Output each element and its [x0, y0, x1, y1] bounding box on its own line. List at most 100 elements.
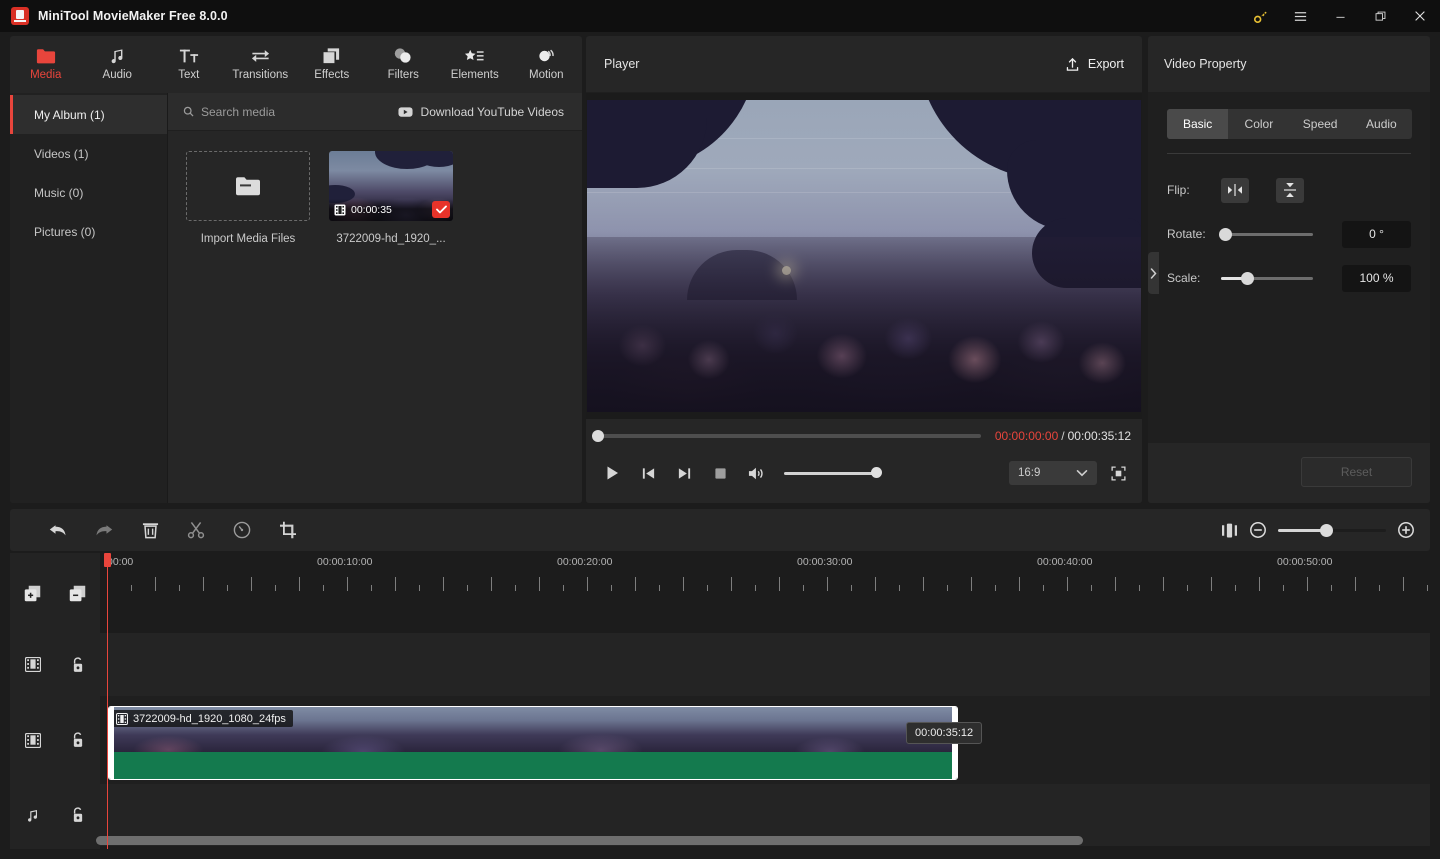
volume-icon: [748, 467, 763, 479]
fit-timeline-icon: [1222, 523, 1237, 537]
volume-knob[interactable]: [871, 467, 882, 478]
zoom-knob[interactable]: [1320, 523, 1333, 537]
redo-button[interactable]: [81, 509, 127, 551]
remove-track-icon: [69, 585, 86, 601]
property-tabs: Basic Color Speed Audio: [1167, 109, 1412, 139]
scale-slider[interactable]: [1221, 271, 1313, 285]
ruler-tick: [155, 577, 156, 591]
flip-horizontal-button[interactable]: [1221, 177, 1249, 203]
unlock-icon: [73, 656, 82, 672]
property-tab-audio[interactable]: Audio: [1351, 109, 1412, 139]
video-preview[interactable]: [587, 100, 1141, 412]
timeline-zoom-controls: [1221, 522, 1414, 538]
thumbnail-duration: 00:00:35: [351, 204, 392, 216]
ruler-tick: [1115, 577, 1116, 591]
fullscreen-button[interactable]: [1102, 458, 1134, 488]
video-track-1-lane[interactable]: [100, 633, 1430, 696]
search-icon: [183, 106, 194, 117]
export-icon: [1066, 57, 1079, 71]
download-youtube-button[interactable]: Download YouTube Videos: [398, 105, 564, 119]
reset-button[interactable]: Reset: [1301, 457, 1412, 487]
next-frame-button[interactable]: [666, 457, 702, 489]
tab-transitions[interactable]: Transitions: [225, 42, 297, 81]
unlock-track-1-button[interactable]: [55, 656, 100, 673]
seek-knob[interactable]: [592, 430, 604, 442]
undo-button[interactable]: [35, 509, 81, 551]
ruler-tick: [731, 577, 732, 591]
stop-button[interactable]: [702, 457, 738, 489]
timeline-clip[interactable]: 3722009-hd_1920_1080_24fps: [108, 706, 958, 780]
close-button[interactable]: [1400, 0, 1440, 32]
delete-button[interactable]: [127, 509, 173, 551]
timeline-zoom-slider[interactable]: [1278, 523, 1386, 537]
fit-timeline-button[interactable]: [1221, 523, 1238, 538]
search-placeholder: Search media: [201, 104, 276, 119]
album-music[interactable]: Music (0): [10, 173, 167, 212]
unlock-track-2-button[interactable]: [55, 732, 100, 748]
album-pictures[interactable]: Pictures (0): [10, 212, 167, 251]
export-label: Export: [1087, 57, 1124, 71]
export-button[interactable]: Export: [1065, 57, 1124, 72]
playhead[interactable]: [104, 553, 111, 849]
tab-audio[interactable]: Audio: [82, 42, 154, 81]
scale-value[interactable]: 100 %: [1342, 264, 1411, 292]
property-tab-audio-label: Audio: [1366, 117, 1397, 131]
activate-key-button[interactable]: [1240, 0, 1280, 32]
previous-frame-button[interactable]: [630, 457, 666, 489]
media-selected-check[interactable]: [432, 201, 450, 218]
crop-button[interactable]: [265, 509, 311, 551]
volume-button[interactable]: [738, 457, 774, 489]
playhead-handle[interactable]: [104, 553, 111, 567]
next-frame-icon: [678, 467, 690, 479]
seek-slider[interactable]: [592, 430, 981, 442]
tab-effects[interactable]: Effects: [296, 42, 368, 81]
album-videos[interactable]: Videos (1): [10, 134, 167, 173]
video-track-1-header[interactable]: [10, 633, 100, 696]
tab-media[interactable]: Media: [10, 42, 82, 81]
ruler-label: 00:00:40:00: [1037, 556, 1093, 568]
property-tab-basic[interactable]: Basic: [1167, 109, 1229, 139]
activate-key-icon: [1253, 11, 1267, 23]
tab-elements[interactable]: Elements: [439, 42, 511, 81]
filters-icon: [393, 46, 413, 66]
player-panel: Player Export 00:00:00:00 / 00:00:35:12 …: [586, 36, 1142, 503]
volume-slider[interactable]: [784, 467, 882, 478]
maximize-button[interactable]: [1360, 0, 1400, 32]
property-tab-speed[interactable]: Speed: [1290, 109, 1351, 139]
split-button[interactable]: [173, 509, 219, 551]
tab-motion[interactable]: Motion: [511, 42, 583, 81]
scale-knob[interactable]: [1241, 271, 1254, 285]
speed-button[interactable]: [219, 509, 265, 551]
unlock-audio-track-button[interactable]: [55, 807, 100, 823]
video-stage: [586, 93, 1142, 419]
panel-collapse-handle[interactable]: [1148, 252, 1159, 294]
property-tab-color[interactable]: Color: [1228, 109, 1289, 139]
zoom-out-button[interactable]: [1250, 522, 1266, 538]
rotate-knob[interactable]: [1219, 227, 1232, 241]
clip-left-handle[interactable]: [109, 707, 114, 779]
video-track-2-lane[interactable]: 3722009-hd_1920_1080_24fps 00:00:35:12: [100, 696, 1430, 784]
remove-track-button[interactable]: [55, 585, 100, 602]
rotate-value[interactable]: 0 °: [1342, 220, 1411, 248]
tab-text[interactable]: Text: [153, 42, 225, 81]
menu-button[interactable]: [1280, 0, 1320, 32]
ruler-tick: [251, 577, 252, 591]
zoom-in-button[interactable]: [1398, 522, 1414, 538]
ruler-tick: [851, 585, 852, 591]
aspect-ratio-select[interactable]: 16:9: [1009, 461, 1097, 485]
video-track-2-header[interactable]: [10, 696, 100, 784]
rotate-slider[interactable]: [1219, 227, 1313, 241]
tab-filters[interactable]: Filters: [368, 42, 440, 81]
timeline-horizontal-scrollbar[interactable]: [96, 836, 1083, 845]
media-thumbnail[interactable]: 00:00:35: [329, 151, 453, 221]
minimize-button[interactable]: [1320, 0, 1360, 32]
album-my-album[interactable]: My Album (1): [10, 95, 167, 134]
timeline-ruler[interactable]: 00:00 00:00:10:00 00:00:20:00 00:00:30:00 00…: [100, 553, 1430, 598]
play-button[interactable]: [594, 457, 630, 489]
ruler-tick: [1259, 577, 1260, 591]
flip-vertical-button[interactable]: [1276, 177, 1304, 203]
import-media-button[interactable]: [186, 151, 310, 221]
add-track-button[interactable]: [10, 585, 55, 602]
audio-track-1-header[interactable]: [10, 784, 100, 846]
search-input[interactable]: Search media: [183, 105, 275, 119]
